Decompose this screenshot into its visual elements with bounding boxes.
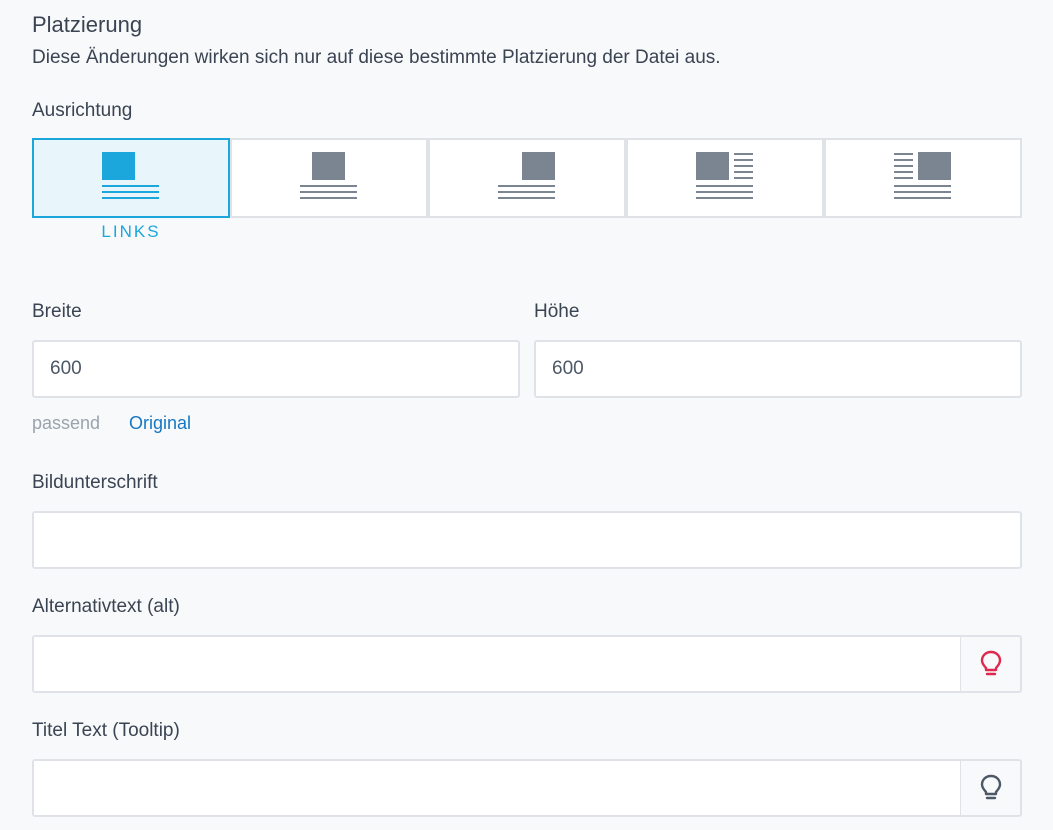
placement-panel: Platzierung Diese Änderungen wirken sich…	[0, 0, 1053, 830]
float-left-button[interactable]	[626, 138, 824, 218]
lightbulb-icon	[980, 774, 1001, 800]
title-text-label: Titel Text (Tooltip)	[32, 720, 180, 741]
align-right-button[interactable]	[428, 138, 626, 218]
alt-text-suggest-button[interactable]	[960, 635, 1022, 693]
align-center-button[interactable]	[230, 138, 428, 218]
float-left-icon	[696, 152, 753, 199]
fit-size-link[interactable]: passend	[32, 413, 100, 434]
caption-input[interactable]	[32, 511, 1022, 569]
original-size-link[interactable]: Original	[129, 413, 191, 434]
alignment-button-group	[32, 138, 1022, 218]
title-text-suggest-button[interactable]	[960, 759, 1022, 817]
alt-text-label: Alternativtext (alt)	[32, 596, 180, 617]
align-center-icon	[300, 152, 357, 199]
height-input[interactable]	[534, 340, 1022, 398]
title-text-input[interactable]	[32, 759, 962, 817]
align-left-icon	[102, 152, 159, 199]
float-right-button[interactable]	[824, 138, 1022, 218]
height-label: Höhe	[534, 301, 580, 322]
float-right-icon	[894, 152, 951, 199]
alignment-selected-caption: LINKS	[101, 222, 161, 241]
width-input[interactable]	[32, 340, 520, 398]
section-title: Platzierung	[32, 12, 143, 37]
align-right-icon	[498, 152, 555, 199]
width-label: Breite	[32, 301, 82, 322]
align-left-button[interactable]	[32, 138, 230, 218]
alignment-label: Ausrichtung	[32, 100, 133, 121]
lightbulb-icon	[980, 650, 1001, 676]
caption-label: Bildunterschrift	[32, 472, 158, 493]
alt-text-input[interactable]	[32, 635, 962, 693]
section-description: Diese Änderungen wirken sich nur auf die…	[32, 47, 721, 68]
